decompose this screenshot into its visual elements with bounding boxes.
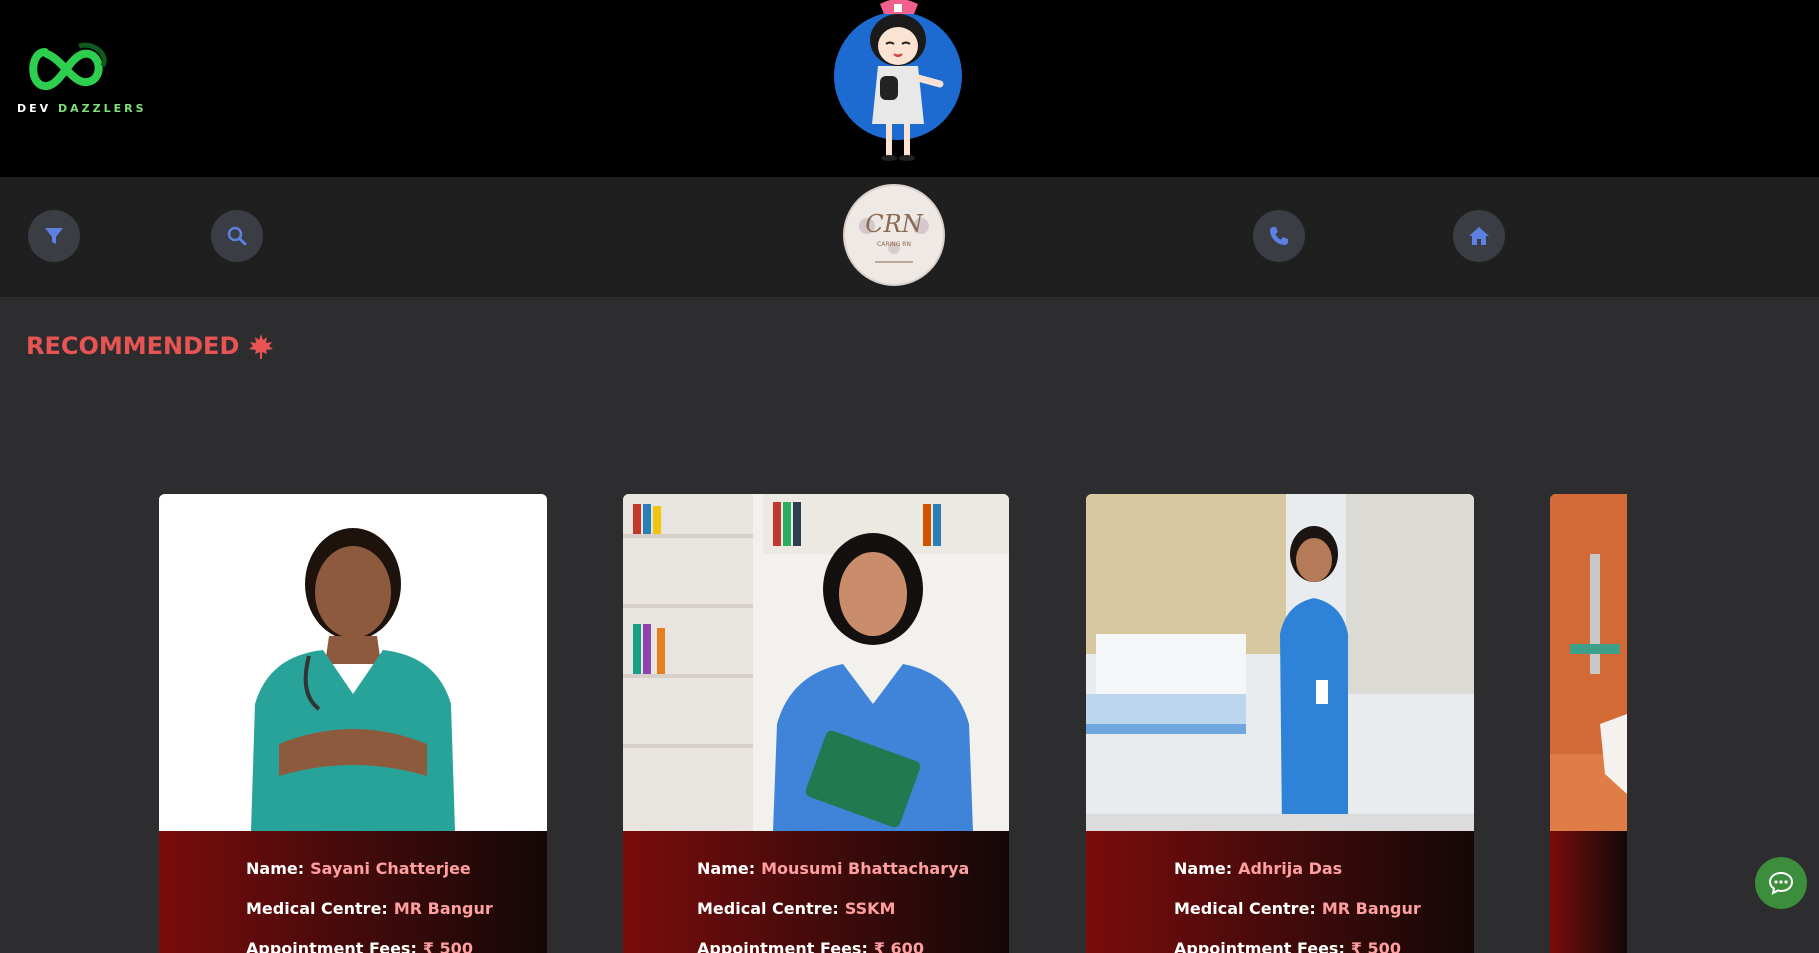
phone-icon: [1270, 227, 1288, 245]
chat-icon: [1768, 871, 1794, 895]
search-button[interactable]: [211, 210, 263, 262]
nav-bar: CRN CARING RN: [0, 177, 1819, 297]
phone-button[interactable]: [1253, 210, 1305, 262]
nurse-name: Mousumi Bhattacharya: [761, 859, 970, 878]
dev-dazzlers-logo[interactable]: DEV DAZZLERS: [17, 40, 147, 116]
infinity-logo-icon: [29, 42, 107, 90]
crn-logo[interactable]: CRN CARING RN: [843, 184, 945, 286]
appointment-fees: ₹ 600: [873, 939, 924, 953]
filter-button[interactable]: [28, 210, 80, 262]
crn-logo-emblem: CRN CARING RN: [859, 210, 929, 263]
recommended-heading: RECOMMENDED: [26, 332, 275, 360]
nurse-photo: [159, 494, 547, 831]
home-button[interactable]: [1453, 210, 1505, 262]
chat-button[interactable]: [1755, 857, 1807, 909]
nurse-name: Sayani Chatterjee: [310, 859, 471, 878]
recommended-title: RECOMMENDED: [26, 332, 240, 360]
card-info: [1550, 831, 1627, 953]
nurse-mascot-icon: [834, 0, 962, 161]
card-info: Name: Mousumi Bhattacharya Medical Centre…: [623, 831, 1009, 953]
nurse-photo: [623, 494, 1009, 831]
top-bar: DEV DAZZLERS: [0, 0, 1819, 177]
svg-text:CRN: CRN: [865, 210, 923, 238]
appointment-fees: ₹ 500: [422, 939, 473, 953]
medical-centre: MR Bangur: [393, 899, 493, 918]
search-icon: [227, 226, 247, 246]
maple-leaf-icon: [249, 334, 274, 359]
nurse-card[interactable]: Name: Mousumi Bhattacharya Medical Centre…: [623, 494, 1009, 953]
brand-name: DEV DAZZLERS: [17, 102, 147, 115]
nurse-card[interactable]: Name: Adhrija Das Medical Centre: MR Bangu…: [1086, 494, 1474, 953]
medical-centre: MR Bangur: [1321, 899, 1421, 918]
card-info: Name: Adhrija Das Medical Centre: MR Bangu…: [1086, 831, 1474, 953]
nurse-name: Adhrija Das: [1238, 859, 1343, 878]
nurse-photo: [1550, 494, 1627, 831]
nurse-card[interactable]: Name: Sayani Chatterjee Medical Centre: MR…: [159, 494, 547, 953]
nurse-photo: [1086, 494, 1474, 831]
medical-centre: SSKM: [844, 899, 896, 918]
nurse-card-partial[interactable]: [1550, 494, 1627, 953]
card-info: Name: Sayani Chatterjee Medical Centre: MR…: [159, 831, 547, 953]
filter-icon: [45, 228, 63, 244]
main-content: RECOMMENDED Name: Sayani Chatterjee Medic…: [0, 297, 1819, 953]
appointment-fees: ₹ 500: [1350, 939, 1401, 953]
home-icon: [1469, 227, 1489, 245]
svg-text:CARING RN: CARING RN: [877, 241, 911, 248]
